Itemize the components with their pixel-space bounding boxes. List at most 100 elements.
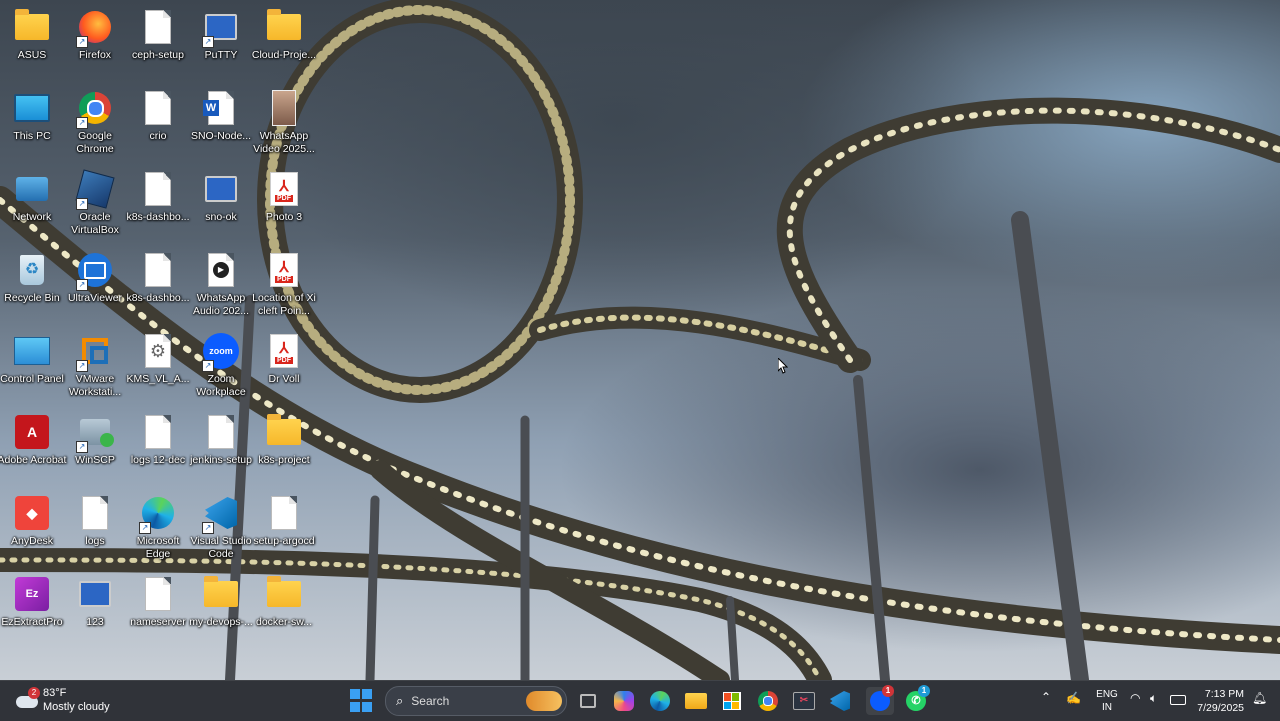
- user-folder-icon: [13, 8, 51, 46]
- word-document-icon: W: [202, 89, 240, 127]
- desktop-icon-kms-vl-all[interactable]: ⚙ KMS_VL_A...: [126, 326, 190, 386]
- desktop-icon-ezextractpro[interactable]: Ez EzExtractPro: [0, 569, 64, 629]
- desktop-icon-123[interactable]: 123: [63, 569, 127, 629]
- vscode-icon: [830, 691, 850, 711]
- desktop-icon-label: Network: [12, 211, 52, 223]
- desktop-icon-cloud-project[interactable]: Cloud-Proje...: [252, 2, 316, 62]
- desktop-icon-network[interactable]: Network: [0, 164, 64, 224]
- desktop-icon-label: docker-sw...: [255, 616, 313, 628]
- desktop-icon-jenkins-setup[interactable]: jenkins-setup: [189, 407, 253, 467]
- language-indicator[interactable]: ENG IN: [1094, 688, 1120, 714]
- desktop-icon-sno-ok[interactable]: sno-ok: [189, 164, 253, 224]
- text-file-icon: [76, 494, 114, 532]
- taskbar-snipping-tool[interactable]: ✂: [790, 687, 818, 715]
- desktop-icon-logs-12-dec[interactable]: logs 12-dec: [126, 407, 190, 467]
- start-button[interactable]: [350, 689, 374, 713]
- taskbar-file-explorer[interactable]: [682, 687, 710, 715]
- volume-icon: 🔈︎: [1150, 691, 1158, 705]
- ezextractpro-icon: Ez: [13, 575, 51, 613]
- clock-time: 7:13 PM: [1204, 688, 1244, 700]
- notification-bell-icon[interactable]: 🔔︎: [1252, 691, 1267, 705]
- search-icon: ⌕: [396, 693, 404, 708]
- text-file-icon: [139, 575, 177, 613]
- desktop-icon-oracle-virtualbox[interactable]: ↗ Oracle VirtualBox: [63, 164, 127, 237]
- taskbar-microsoft-store[interactable]: [718, 687, 746, 715]
- desktop-icon-winscp[interactable]: ↗ WinSCP: [63, 407, 127, 467]
- desktop-icon-vmware[interactable]: ↗ VMware Workstati...: [63, 326, 127, 399]
- desktop-icon-asus[interactable]: ASUS: [0, 2, 64, 62]
- edge-icon: [650, 691, 670, 711]
- taskbar-google-chrome[interactable]: [754, 687, 782, 715]
- taskbar-microsoft-edge[interactable]: [646, 687, 674, 715]
- show-hidden-icons-button[interactable]: ⌃: [1041, 690, 1051, 704]
- desktop-icon-adobe-acrobat[interactable]: A Adobe Acrobat: [0, 407, 66, 467]
- anydesk-icon: ◆: [13, 494, 51, 532]
- desktop-icon-recycle-bin[interactable]: ♻ Recycle Bin: [0, 245, 64, 305]
- pdf-icon: ⅄ PDF: [265, 332, 303, 370]
- taskbar-copilot[interactable]: [610, 687, 638, 715]
- desktop-icon-label: k8s-dashbo...: [126, 211, 190, 223]
- desktop-icon-label: sno-ok: [205, 211, 237, 223]
- weather-temp: 83°F: [43, 687, 67, 699]
- desktop-icon-microsoft-edge[interactable]: ↗ Microsoft Edge: [126, 488, 190, 561]
- desktop-icon-logs[interactable]: logs: [63, 488, 127, 548]
- taskbar-whatsapp[interactable]: ✆ 1: [902, 685, 930, 715]
- desktop-icon-label: Oracle VirtualBox: [71, 211, 119, 236]
- clock[interactable]: 7:13 PM 7/29/2025: [1192, 687, 1244, 715]
- desktop-icon-k8s-dashboard-2[interactable]: k8s-dashbo...: [126, 245, 190, 305]
- desktop-icon-label: EzExtractPro: [1, 616, 63, 628]
- desktop-icon-label: Location of Xi cleft Poin...: [252, 292, 316, 317]
- pen-menu-icon[interactable]: ✍: [1066, 691, 1081, 705]
- clock-date: 7/29/2025: [1197, 702, 1244, 714]
- desktop-icon-label: Photo 3: [265, 211, 303, 223]
- desktop-icon-control-panel[interactable]: Control Panel: [0, 326, 64, 386]
- desktop-icon-anydesk[interactable]: ◆ AnyDesk: [0, 488, 64, 548]
- folder-icon: [265, 575, 303, 613]
- desktop-icon-label: logs: [85, 535, 105, 547]
- desktop-icon-putty[interactable]: ↗ PuTTY: [189, 2, 253, 62]
- desktop-icon-k8s-dashboard-1[interactable]: k8s-dashbo...: [126, 164, 190, 224]
- desktop-icon-whatsapp-audio[interactable]: ▶ WhatsApp Audio 202...: [189, 245, 253, 318]
- desktop-icon-crio[interactable]: crio: [126, 83, 190, 143]
- desktop-icon-label: Microsoft Edge: [136, 535, 180, 560]
- desktop-icon-photo-3[interactable]: ⅄ PDF Photo 3: [252, 164, 316, 224]
- desktop-icon-ultraviewer[interactable]: ↗ UltraViewer: [63, 245, 127, 305]
- desktop-icon-visual-studio-code[interactable]: ↗ Visual Studio Code: [189, 488, 253, 561]
- taskbar-visual-studio-code[interactable]: [826, 687, 854, 715]
- desktop-icon-label: ASUS: [17, 49, 47, 61]
- chrome-icon: ↗: [76, 89, 114, 129]
- desktop-icon-location-xi-cleft[interactable]: ⅄ PDF Location of Xi cleft Poin...: [252, 245, 316, 318]
- battery-icon: [1170, 695, 1186, 705]
- virtualbox-icon: ↗: [75, 169, 115, 210]
- taskbar-search-box[interactable]: ⌕ Search: [385, 686, 567, 716]
- desktop-icon-this-pc[interactable]: This PC: [0, 83, 64, 143]
- desktop-icon-firefox[interactable]: ↗ Firefox: [63, 2, 127, 62]
- desktop-icon-my-devops[interactable]: my-devops-...: [189, 569, 253, 629]
- desktop-icon-sno-node[interactable]: W SNO-Node...: [189, 83, 253, 143]
- desktop-icon-setup-argocd[interactable]: setup-argocd: [252, 488, 316, 548]
- desktop-icon-label: Dr Voll: [268, 373, 300, 385]
- search-label: Search: [411, 694, 450, 708]
- desktop-icon-google-chrome[interactable]: ↗ Google Chrome: [63, 83, 127, 156]
- copilot-icon: [614, 691, 634, 711]
- desktop-icon-k8s-project[interactable]: k8s-project: [252, 407, 316, 467]
- region-code: IN: [1102, 702, 1112, 713]
- quick-settings[interactable]: ◠ 🔈︎: [1128, 691, 1188, 711]
- desktop-icon-label: ceph-setup: [132, 49, 184, 61]
- media-file-icon: ▶: [202, 251, 240, 289]
- taskbar: 2 83°F Mostly cloudy ⌕ Search ✂ 1 ✆ 1 ⌃ ✍…: [0, 680, 1280, 721]
- desktop-icon-label: AnyDesk: [10, 535, 53, 547]
- desktop-icon-docker-sw[interactable]: docker-sw...: [252, 569, 316, 629]
- desktop-icon-label: crio: [149, 130, 167, 142]
- desktop-icon-dr-voll[interactable]: ⅄ PDF Dr Voll: [252, 326, 316, 386]
- desktop-icon-ceph-setup[interactable]: ceph-setup: [126, 2, 190, 62]
- desktop-icon-zoom-workplace[interactable]: zoom ↗ Zoom Workplace: [189, 326, 253, 399]
- text-file-icon: [265, 494, 303, 532]
- taskbar-task-view[interactable]: [574, 687, 602, 715]
- desktop-icon-label: logs 12-dec: [130, 454, 186, 466]
- desktop[interactable]: ASUS This PC Network ♻ Recycle Bin Contr…: [0, 0, 1280, 680]
- weather-widget[interactable]: 2 83°F Mostly cloudy: [14, 686, 124, 716]
- desktop-icon-nameserver[interactable]: nameserver: [126, 569, 190, 629]
- taskbar-zoom-workplace[interactable]: 1: [866, 685, 894, 715]
- desktop-icon-whatsapp-video[interactable]: WhatsApp Video 2025...: [252, 83, 316, 156]
